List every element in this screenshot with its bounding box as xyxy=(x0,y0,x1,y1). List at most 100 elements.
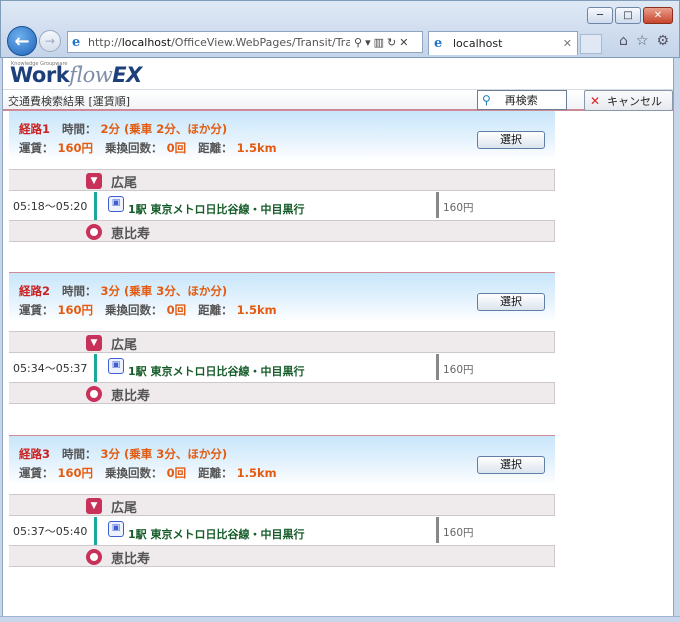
arrival-marker-icon xyxy=(86,224,102,240)
minimize-button[interactable]: ─ xyxy=(587,7,613,24)
page-title: 交通費検索結果 [運賃順] xyxy=(8,95,131,108)
departure-station: ▼ 広尾 xyxy=(9,494,555,516)
route-leg: 05:34〜05:37 ▣ 1駅 東京メトロ日比谷線・中目黒行 160円 xyxy=(9,354,555,382)
toolbar-icons: ⌂ ☆ ⚙ xyxy=(619,33,669,49)
route-time-row: 経路3 時間： 3分 (乗車 3分、ほか分) xyxy=(19,447,228,461)
page-content: Knowledge Groupware WorkflowEX 交通費検索結果 [… xyxy=(2,58,674,616)
dropdown-icon[interactable]: ▾ xyxy=(365,36,371,49)
route-name: 経路2 xyxy=(19,284,51,298)
arrival-station: 恵比寿 xyxy=(9,545,555,567)
route-distance: 1.5km xyxy=(236,466,277,480)
logo-row: Knowledge Groupware WorkflowEX xyxy=(3,58,673,90)
fare-divider xyxy=(436,192,439,218)
leg-line-name: 1駅 東京メトロ日比谷線・中目黒行 xyxy=(128,203,305,216)
train-icon: ▣ xyxy=(108,358,124,374)
arrival-station: 恵比寿 xyxy=(9,382,555,404)
station-name: 恵比寿 xyxy=(111,389,151,404)
route-summary: 経路3 時間： 3分 (乗車 3分、ほか分) 運賃： 160円 乗換回数： 0回… xyxy=(9,435,555,485)
stop-icon[interactable]: ✕ xyxy=(399,36,408,49)
station-name: 広尾 xyxy=(111,338,138,353)
route-time: 3分 (乗車 3分、ほか分) xyxy=(100,447,228,461)
route-time-row: 経路1 時間： 2分 (乗車 2分、ほか分) xyxy=(19,122,228,136)
train-icon: ▣ xyxy=(108,196,124,212)
window-controls: ─ □ ✕ xyxy=(587,7,673,24)
route-transfers: 0回 xyxy=(166,466,187,480)
leg-time: 05:34〜05:37 xyxy=(13,362,88,375)
departure-marker-icon: ▼ xyxy=(86,173,102,189)
compat-icon[interactable]: ▥ xyxy=(374,36,384,49)
route-summary: 経路2 時間： 3分 (乗車 3分、ほか分) 運賃： 160円 乗換回数： 0回… xyxy=(9,272,555,322)
back-arrow-icon[interactable]: ← xyxy=(7,26,37,56)
tab-close-icon[interactable]: ✕ xyxy=(563,37,572,50)
tab-ie-icon: e xyxy=(434,36,443,51)
research-button[interactable]: ⚲ 再検索 xyxy=(477,90,567,110)
cancel-button[interactable]: ✕ キャンセル xyxy=(584,90,673,111)
select-route-button[interactable]: 選択 xyxy=(477,131,545,149)
address-bar[interactable]: e http://localhost/OfficeView.WebPages/T… xyxy=(67,31,423,53)
window-bottom-border xyxy=(0,616,680,622)
station-name: 恵比寿 xyxy=(111,552,151,567)
cancel-x-icon: ✕ xyxy=(590,93,601,108)
close-button[interactable]: ✕ xyxy=(643,7,673,24)
leg-fare: 160円 xyxy=(443,202,474,214)
leg-line-name: 1駅 東京メトロ日比谷線・中目黒行 xyxy=(128,365,305,378)
route-transfers: 0回 xyxy=(166,303,187,317)
star-icon[interactable]: ☆ xyxy=(636,33,649,49)
forward-arrow-icon[interactable]: → xyxy=(39,30,61,52)
maximize-button[interactable]: □ xyxy=(615,7,641,24)
research-label: 再検索 xyxy=(504,94,538,107)
arrival-station: 恵比寿 xyxy=(9,220,555,242)
departure-marker-icon: ▼ xyxy=(86,498,102,514)
leg-fare: 160円 xyxy=(443,364,474,376)
departure-marker-icon: ▼ xyxy=(86,335,102,351)
url-text[interactable]: http://localhost/OfficeView.WebPages/Tra… xyxy=(88,36,350,49)
route-card: 経路3 時間： 3分 (乗車 3分、ほか分) 運賃： 160円 乗換回数： 0回… xyxy=(9,435,555,567)
route-card: 経路2 時間： 3分 (乗車 3分、ほか分) 運賃： 160円 乗換回数： 0回… xyxy=(9,272,555,404)
arrival-marker-icon xyxy=(86,549,102,565)
new-tab-button[interactable] xyxy=(580,34,602,54)
route-leg: 05:18〜05:20 ▣ 1駅 東京メトロ日比谷線・中目黒行 160円 xyxy=(9,192,555,220)
route-transfers: 0回 xyxy=(166,141,187,155)
fare-divider xyxy=(436,354,439,380)
leg-fare: 160円 xyxy=(443,527,474,539)
search-icon: ⚲ xyxy=(482,93,491,107)
station-name: 広尾 xyxy=(111,176,138,191)
route-time: 3分 (乗車 3分、ほか分) xyxy=(100,284,228,298)
app-logo: WorkflowEX xyxy=(10,63,142,87)
arrival-marker-icon xyxy=(86,386,102,402)
route-card: 経路1 時間： 2分 (乗車 2分、ほか分) 運賃： 160円 乗換回数： 0回… xyxy=(9,110,555,242)
leg-line-name: 1駅 東京メトロ日比谷線・中目黒行 xyxy=(128,528,305,541)
select-route-button[interactable]: 選択 xyxy=(477,293,545,311)
refresh-icon[interactable]: ↻ xyxy=(387,36,396,49)
browser-tab[interactable]: e localhost ✕ xyxy=(428,31,578,55)
route-distance: 1.5km xyxy=(236,303,277,317)
train-icon: ▣ xyxy=(108,521,124,537)
route-distance: 1.5km xyxy=(236,141,277,155)
leg-time: 05:18〜05:20 xyxy=(13,200,88,213)
route-time: 2分 (乗車 2分、ほか分) xyxy=(100,122,228,136)
line-bar xyxy=(94,354,97,382)
route-fare: 160円 xyxy=(57,141,94,155)
search-icon[interactable]: ⚲ xyxy=(354,36,362,49)
gear-icon[interactable]: ⚙ xyxy=(656,33,669,49)
route-summary: 経路1 時間： 2分 (乗車 2分、ほか分) 運賃： 160円 乗換回数： 0回… xyxy=(9,110,555,160)
route-fare: 160円 xyxy=(57,466,94,480)
route-name: 経路1 xyxy=(19,122,51,136)
route-fare: 160円 xyxy=(57,303,94,317)
station-name: 恵比寿 xyxy=(111,227,151,242)
leg-time: 05:37〜05:40 xyxy=(13,525,88,538)
route-time-row: 経路2 時間： 3分 (乗車 3分、ほか分) xyxy=(19,284,228,298)
tab-title: localhost xyxy=(453,37,503,50)
line-bar xyxy=(94,192,97,220)
station-name: 広尾 xyxy=(111,501,138,516)
home-icon[interactable]: ⌂ xyxy=(619,33,628,49)
line-bar xyxy=(94,517,97,545)
route-name: 経路3 xyxy=(19,447,51,461)
route-fare-row: 運賃： 160円 乗換回数： 0回 距離： 1.5km xyxy=(19,303,277,317)
nav-buttons: ← → xyxy=(7,25,61,57)
results-header: 交通費検索結果 [運賃順] ⚲ 再検索 ✕ キャンセル xyxy=(3,89,673,111)
departure-station: ▼ 広尾 xyxy=(9,331,555,353)
browser-chrome: ─ □ ✕ ← → e http://localhost/OfficeView.… xyxy=(0,0,680,58)
select-route-button[interactable]: 選択 xyxy=(477,456,545,474)
route-fare-row: 運賃： 160円 乗換回数： 0回 距離： 1.5km xyxy=(19,466,277,480)
